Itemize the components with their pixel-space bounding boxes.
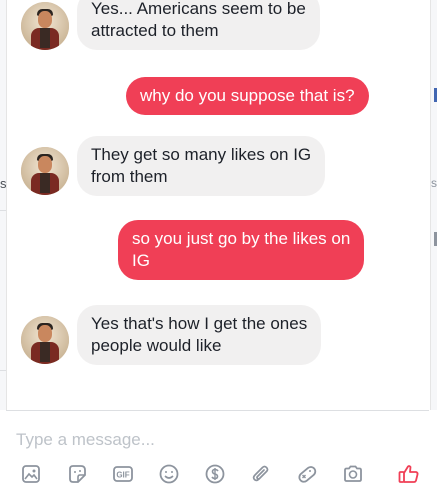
message-bubble-incoming[interactable]: They get so many likes on IG from them bbox=[77, 136, 326, 196]
message-bubble-outgoing[interactable]: why do you suppose that is? bbox=[126, 77, 369, 115]
attachment-button[interactable] bbox=[248, 461, 274, 487]
composer-toolbar: GIF bbox=[16, 461, 426, 491]
background-text: s bbox=[431, 176, 437, 190]
message-composer: GIF bbox=[6, 411, 429, 500]
photo-icon bbox=[22, 465, 40, 483]
camera-button[interactable] bbox=[340, 461, 366, 487]
sticker-icon bbox=[69, 465, 86, 483]
messenger-window: s s Yes... Americans seem to be attracte… bbox=[0, 0, 437, 500]
message-thread[interactable]: Yes... Americans seem to be attracted to… bbox=[6, 0, 431, 410]
avatar[interactable] bbox=[21, 316, 69, 364]
payment-button[interactable] bbox=[202, 461, 228, 487]
game-icon bbox=[298, 466, 317, 483]
message-bubble-incoming[interactable]: Yes that's how I get the ones people wou… bbox=[77, 305, 322, 365]
gif-button[interactable]: GIF bbox=[110, 461, 136, 487]
message-text: Yes... Americans seem to be bbox=[91, 0, 306, 18]
message-bubble-incoming[interactable]: Yes... Americans seem to be attracted to… bbox=[77, 0, 320, 50]
message-text: They get so many likes on IG bbox=[91, 145, 312, 164]
gif-icon: GIF bbox=[113, 466, 133, 482]
avatar[interactable] bbox=[21, 147, 69, 195]
like-button[interactable] bbox=[396, 461, 422, 487]
message-input[interactable] bbox=[16, 429, 396, 451]
message-text: people would like bbox=[91, 336, 222, 355]
message-text: from them bbox=[91, 167, 168, 186]
game-button[interactable] bbox=[294, 461, 320, 487]
message-text: IG bbox=[132, 251, 150, 270]
sticker-button[interactable] bbox=[64, 461, 90, 487]
emoji-button[interactable] bbox=[156, 461, 182, 487]
avatar[interactable] bbox=[21, 2, 69, 50]
attachment-icon bbox=[252, 465, 269, 482]
payment-icon bbox=[205, 464, 225, 484]
photo-button[interactable] bbox=[18, 461, 44, 487]
message-text: why do you suppose that is? bbox=[140, 86, 355, 105]
thumbs-up-icon bbox=[398, 465, 419, 483]
camera-icon bbox=[344, 465, 362, 482]
emoji-icon bbox=[159, 464, 179, 484]
gif-label: GIF bbox=[116, 471, 129, 480]
message-text: Yes that's how I get the ones bbox=[91, 314, 308, 333]
message-text: so you just go by the likes on bbox=[132, 229, 351, 248]
message-bubble-outgoing[interactable]: so you just go by the likes on IG bbox=[118, 220, 365, 280]
message-text: attracted to them bbox=[91, 21, 219, 40]
